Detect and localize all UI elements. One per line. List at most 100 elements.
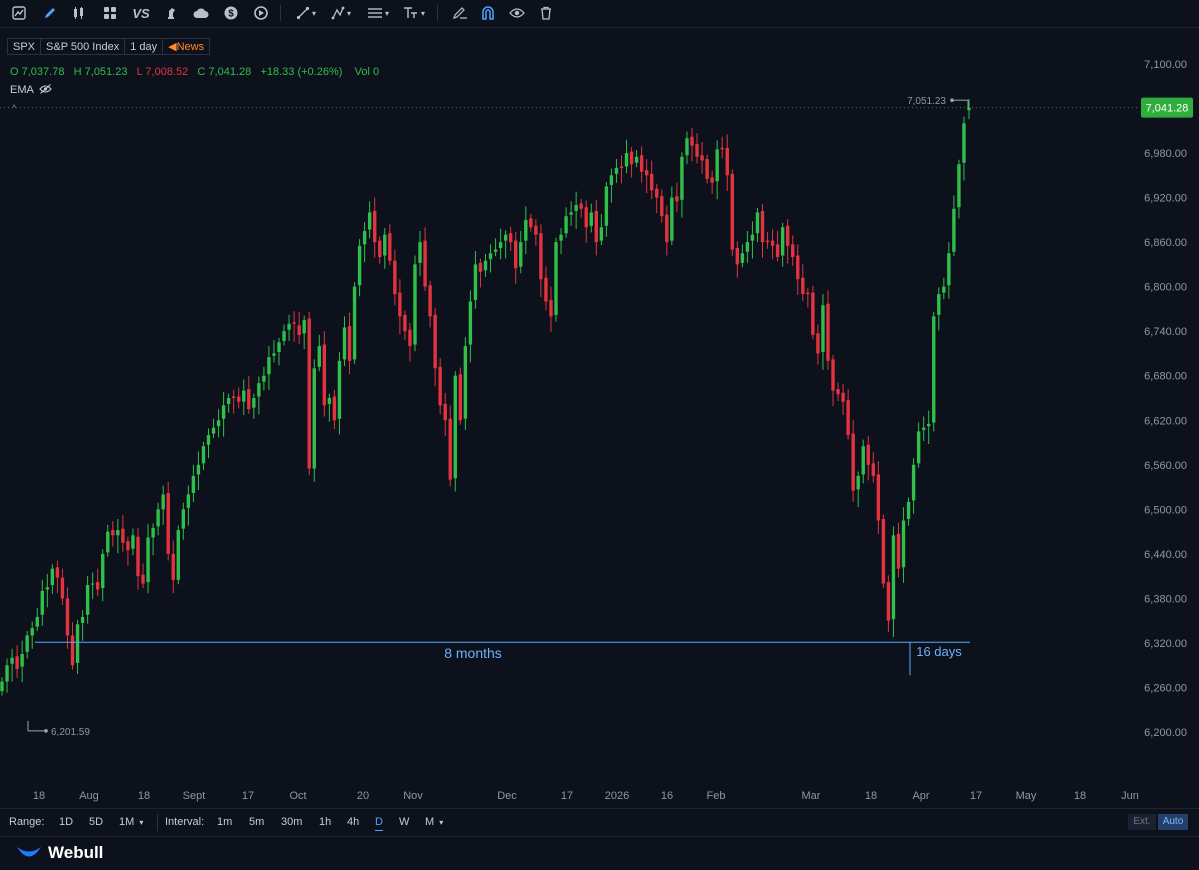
candle-body <box>367 212 372 230</box>
y-tick-label: 6,560.00 <box>1144 460 1187 472</box>
range-1m[interactable]: 1M ▾ <box>119 816 143 828</box>
candle-body <box>216 420 221 427</box>
price-chart[interactable]: 7,100.00 6,980.00 6,920.00 6,860.00 6,800.00… <box>0 28 1199 808</box>
y-tick-label: 6,860.00 <box>1144 237 1187 249</box>
candle-body <box>337 360 342 419</box>
pattern-tool-icon[interactable]: ▾ <box>327 3 355 23</box>
trash-icon[interactable] <box>536 3 556 23</box>
range-5d[interactable]: 5D <box>89 816 103 828</box>
candle-body <box>25 635 29 652</box>
range-1d[interactable]: 1D <box>59 816 73 828</box>
candle-body <box>534 225 538 235</box>
eye-icon[interactable] <box>507 3 527 23</box>
x-tick-label: Jun <box>1121 790 1139 802</box>
candle-body <box>957 164 961 208</box>
candle-body <box>932 316 936 423</box>
candle-body <box>362 231 367 245</box>
candle-body <box>458 374 463 421</box>
strategy-icon[interactable] <box>161 3 181 23</box>
candle-body <box>347 326 352 361</box>
candle-body <box>20 654 24 667</box>
interval-5m[interactable]: 5m <box>249 816 264 828</box>
candle-body <box>206 435 211 445</box>
svg-text:$: $ <box>228 9 234 20</box>
candle-body <box>519 242 523 267</box>
candle-body <box>821 305 825 352</box>
candle-body <box>811 292 815 335</box>
webull-logo: Webull <box>16 843 103 863</box>
dollar-icon[interactable]: $ <box>221 3 241 23</box>
candle-body <box>755 212 760 234</box>
interval-m[interactable]: M ▾ <box>425 816 443 828</box>
chart-type-icon[interactable] <box>9 3 29 23</box>
candle-body <box>639 155 644 172</box>
interval-d[interactable]: D <box>375 816 383 831</box>
x-tick-label: Oct <box>289 790 306 802</box>
interval-1h[interactable]: 1h <box>319 816 331 828</box>
x-tick-label: Sept <box>183 790 206 802</box>
candle-body <box>186 494 191 508</box>
candle-body <box>584 207 588 228</box>
candle-body <box>670 197 674 241</box>
x-tick-label: 17 <box>242 790 254 802</box>
range-interval-bar: Range: 1D 5D 1M ▾ Interval: 1m 5m 30m 1h… <box>0 808 1199 837</box>
candle-body <box>891 535 896 620</box>
candle-body <box>785 225 790 246</box>
replay-icon[interactable] <box>251 3 271 23</box>
logo-text: Webull <box>48 843 104 862</box>
toolbar-separator <box>437 5 438 21</box>
candle-body <box>181 509 186 529</box>
line-tool-icon[interactable]: ▾ <box>292 3 320 23</box>
y-tick-label: 6,380.00 <box>1144 593 1187 605</box>
vs-icon[interactable]: VS <box>130 3 152 23</box>
candle-body <box>791 244 795 257</box>
grid-icon[interactable] <box>100 3 120 23</box>
candle-body <box>50 568 55 586</box>
candle-body <box>342 327 347 360</box>
candle-body <box>503 234 508 241</box>
candle-body <box>463 346 468 419</box>
ext-toggle[interactable]: Ext. <box>1128 814 1156 830</box>
candle-body <box>514 240 518 269</box>
x-tick-label: 18 <box>138 790 150 802</box>
fib-tool-icon[interactable]: ▾ <box>363 3 393 23</box>
candle-body <box>156 509 160 527</box>
candle-body <box>398 292 402 317</box>
candle-body <box>357 245 362 286</box>
x-tick-label: 20 <box>357 790 369 802</box>
candle-body <box>508 233 513 243</box>
interval-1m[interactable]: 1m <box>217 816 232 828</box>
candle-body <box>806 292 810 295</box>
interval-w[interactable]: W <box>399 816 409 828</box>
auto-toggle[interactable]: Auto <box>1158 814 1188 830</box>
magnet-icon[interactable] <box>478 3 498 23</box>
cloud-icon[interactable] <box>191 3 211 23</box>
candle-icon[interactable] <box>69 3 89 23</box>
candle-body <box>378 240 382 257</box>
y-tick-label: 6,740.00 <box>1144 326 1187 338</box>
candle-body <box>594 210 599 243</box>
pen-icon[interactable] <box>40 3 60 23</box>
candle-body <box>529 218 533 228</box>
interval-4h[interactable]: 4h <box>347 816 359 828</box>
candle-body <box>559 234 563 241</box>
candle-body <box>302 320 306 334</box>
candle-body <box>619 166 624 168</box>
candle-body <box>242 390 246 402</box>
candle-body <box>911 464 916 501</box>
candle-body <box>45 587 50 590</box>
candle-body <box>947 253 951 286</box>
text-tool-icon[interactable]: ▾ <box>400 3 428 23</box>
x-tick-label: Feb <box>707 790 726 802</box>
edit-icon[interactable] <box>450 3 470 23</box>
candle-body <box>650 173 654 191</box>
candle-body <box>141 574 145 584</box>
interval-30m[interactable]: 30m <box>281 816 302 828</box>
candle-body <box>151 527 155 538</box>
x-tick-label: 17 <box>561 790 573 802</box>
candle-body <box>403 314 407 332</box>
candle-body <box>372 210 377 243</box>
candle-body <box>257 383 261 397</box>
candle-body <box>35 616 39 627</box>
candle-body <box>488 253 493 260</box>
